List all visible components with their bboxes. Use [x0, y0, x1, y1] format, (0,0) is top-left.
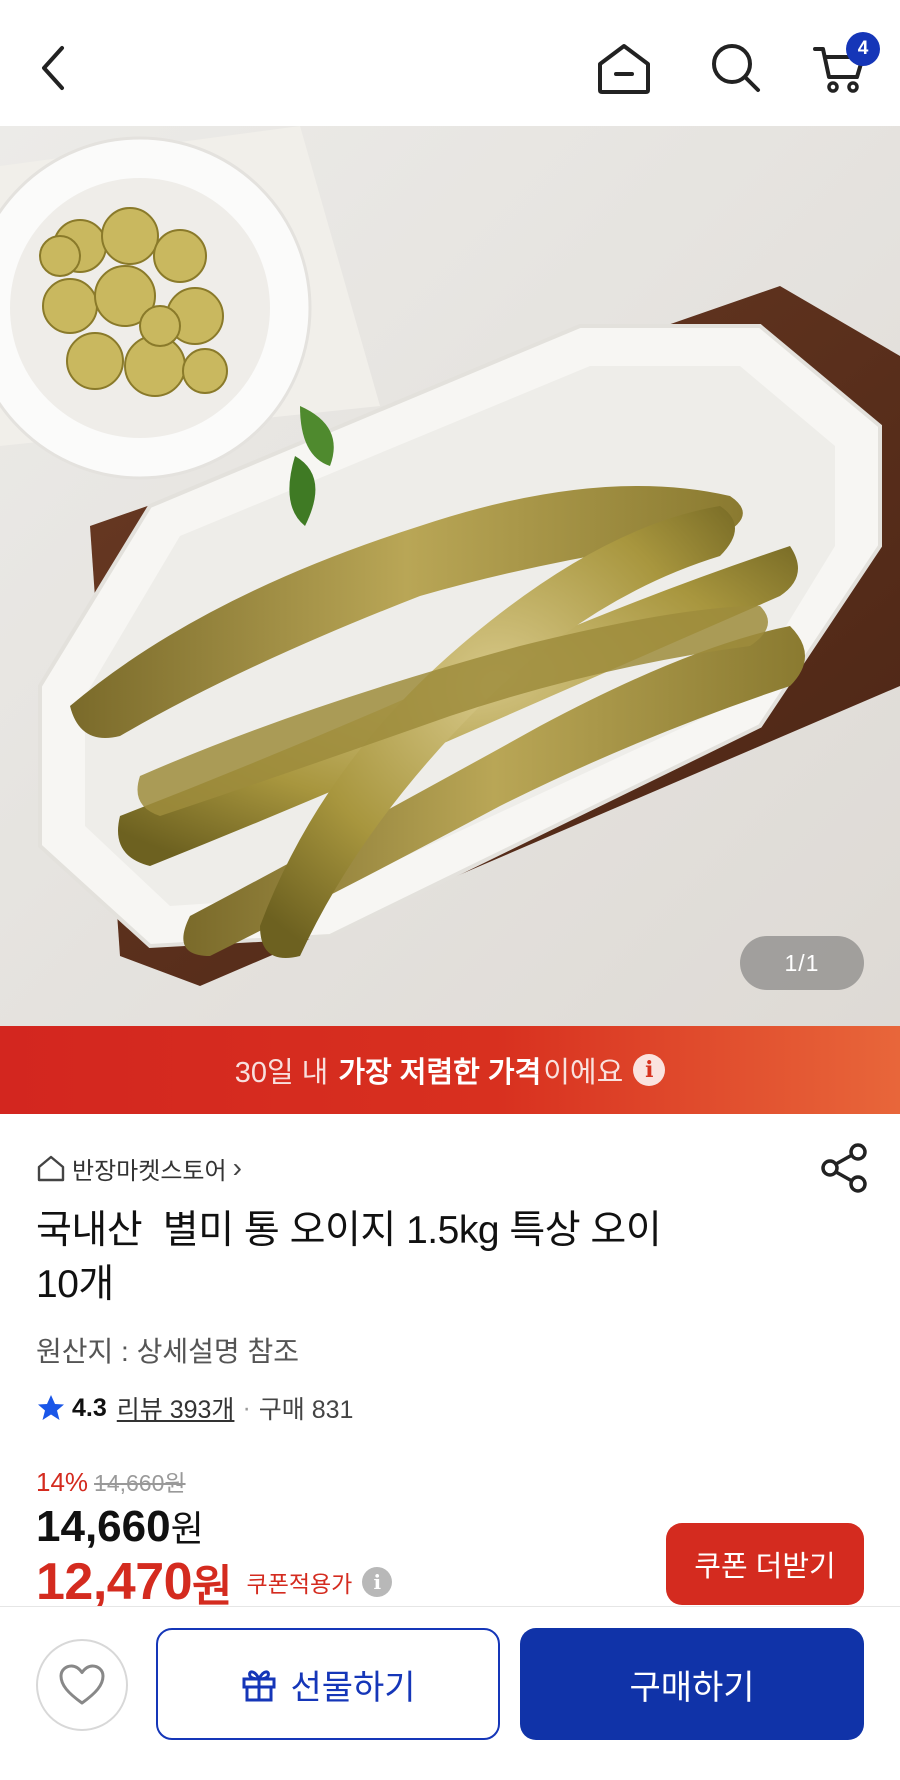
coupon-info-icon[interactable]: i — [362, 1567, 393, 1597]
rating-score: 4.3 — [72, 1393, 107, 1422]
sale-price-amount: 14,660 — [36, 1502, 171, 1551]
store-link[interactable]: 반장마켓스토어 › — [36, 1150, 242, 1186]
buy-button[interactable]: 구매하기 — [520, 1628, 864, 1740]
original-price: 14,660원 — [94, 1470, 186, 1496]
product-photo — [0, 126, 900, 1026]
gift-label: 선물하기 — [290, 1668, 416, 1707]
search-icon — [712, 44, 760, 92]
sale-price-unit: 원 — [170, 1508, 204, 1549]
chevron-left-icon — [42, 46, 64, 90]
gift-icon — [242, 1670, 276, 1702]
star-icon — [38, 1395, 64, 1420]
purchase-count: 구매 831 — [258, 1396, 354, 1424]
sale-price: 14,660원 — [36, 1500, 204, 1552]
discount-row: 14% 14,660원 — [36, 1464, 186, 1498]
search-button[interactable] — [704, 36, 768, 100]
heart-icon — [59, 1664, 105, 1705]
store-home-icon — [37, 1155, 65, 1182]
chevron-right-icon: › — [232, 1152, 242, 1183]
separator-dot: · — [242, 1393, 251, 1422]
discount-percent: 14% — [36, 1467, 89, 1497]
image-pager: 1/1 — [740, 936, 864, 990]
coupon-price: 12,470 원 쿠폰적용가 i — [36, 1550, 393, 1614]
store-name: 반장마켓스토어 — [72, 1157, 227, 1185]
product-image[interactable]: 1/1 — [0, 126, 900, 1026]
share-button[interactable] — [820, 1142, 870, 1194]
share-icon — [821, 1143, 867, 1193]
title-line-1: 국내산 별미 통 오이지 1.5kg 특상 오이 — [36, 1209, 662, 1252]
origin-info: 원산지 : 상세설명 참조 — [36, 1336, 299, 1367]
reviews-link[interactable]: 리뷰 393개 — [117, 1390, 235, 1426]
coupon-price-unit: 원 — [192, 1562, 233, 1611]
cart-count-badge: 4 — [846, 32, 880, 66]
info-icon[interactable]: i — [633, 1054, 666, 1086]
product-title: 국내산 별미 통 오이지 1.5kg 특상 오이 10개 — [36, 1204, 796, 1312]
coupon-price-amount: 12,470 — [36, 1553, 193, 1611]
coupon-price-label: 쿠폰적용가 — [246, 1571, 353, 1597]
gift-button[interactable]: 선물하기 — [156, 1628, 500, 1740]
title-line-2: 10개 — [36, 1263, 114, 1306]
rating-row: 4.3 리뷰 393개 · 구매 831 — [36, 1388, 353, 1428]
promo-suffix: 이에요 — [543, 1057, 624, 1089]
promo-prefix: 30일 내 — [234, 1057, 329, 1089]
promo-highlight: 가장 저렴한 가격 — [338, 1057, 542, 1089]
more-coupons-button[interactable]: 쿠폰 더받기 — [666, 1523, 864, 1605]
home-icon — [598, 44, 650, 94]
lowest-price-banner[interactable]: 30일 내 가장 저렴한 가격 이에요 i — [0, 1026, 900, 1114]
cart-button[interactable]: 4 — [808, 32, 880, 100]
home-button[interactable] — [592, 36, 656, 100]
top-app-bar: 4 — [0, 0, 900, 126]
wishlist-button[interactable] — [36, 1639, 128, 1731]
back-button[interactable] — [22, 36, 86, 100]
bottom-action-bar: 선물하기 구매하기 — [0, 1606, 900, 1780]
